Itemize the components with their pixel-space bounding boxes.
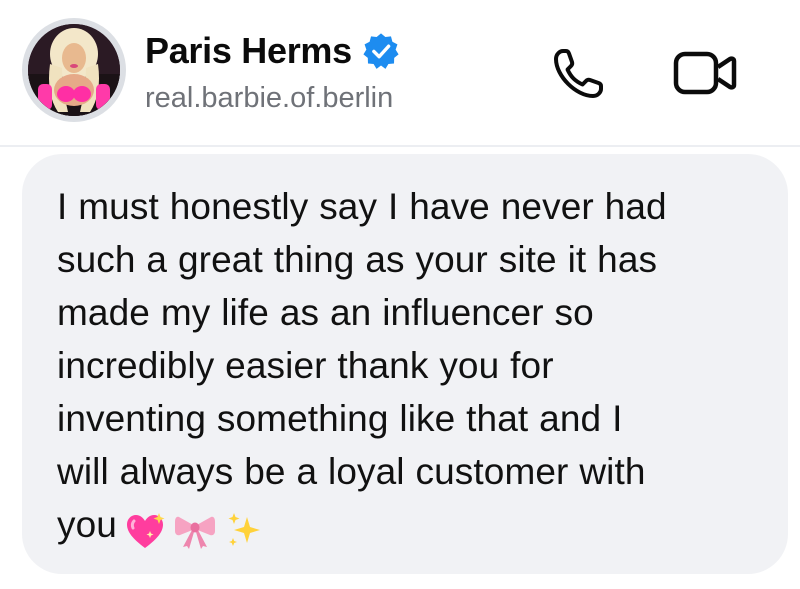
contact-handle: real.barbie.of.berlin (145, 82, 394, 114)
message-line: incredibly easier thank you for (57, 345, 554, 386)
message-line: will always be a loyal customer with (57, 451, 646, 492)
verified-badge-icon (362, 32, 400, 70)
message-bubble[interactable]: I must honestly say I have never had suc… (22, 154, 788, 574)
emoji-group (123, 502, 273, 555)
avatar[interactable] (28, 24, 120, 116)
chat-header: Paris Herms real.barbie.of.berlin (0, 0, 800, 147)
chat-screen: Paris Herms real.barbie.of.berlin I must… (0, 0, 800, 589)
message-line: inventing something like that and I (57, 398, 623, 439)
message-text: I must honestly say I have never had suc… (57, 180, 752, 555)
message-line: you (57, 504, 117, 545)
phone-icon (554, 49, 603, 98)
sparkles-icon (228, 513, 260, 547)
video-camera-icon (673, 51, 737, 95)
contact-name-row: Paris Herms (145, 28, 400, 74)
call-button[interactable] (546, 40, 612, 106)
message-line: I must honestly say I have never had (57, 186, 667, 227)
profile-photo-icon (28, 24, 120, 116)
sparkling-heart-icon (126, 513, 165, 549)
video-call-button[interactable] (672, 40, 738, 106)
contact-name[interactable]: Paris Herms (145, 30, 352, 72)
message-line: such a great thing as your site it has (57, 239, 658, 280)
message-line: made my life as an influencer so (57, 292, 594, 333)
header-divider (0, 145, 800, 147)
pink-ribbon-icon (174, 517, 215, 550)
